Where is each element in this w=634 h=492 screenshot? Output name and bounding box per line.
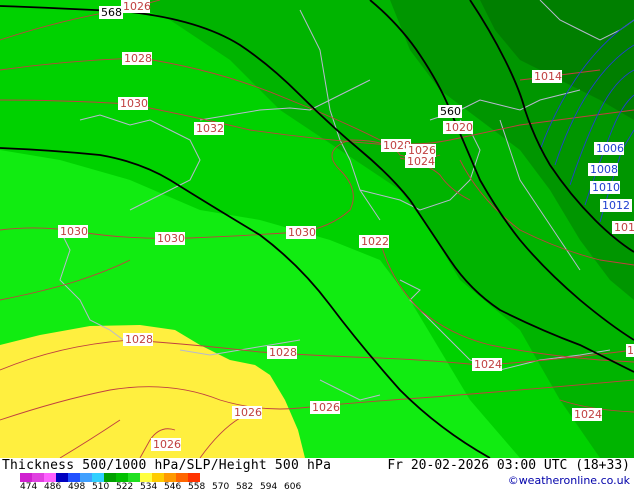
- isobar-label: 1026: [232, 406, 262, 419]
- scale-swatch: [80, 473, 92, 482]
- forecast-time: Fr 20-02-2026 03:00 UTC (18+33): [387, 458, 630, 473]
- scale-swatch: [20, 473, 32, 482]
- scale-tick-label: 570: [212, 482, 230, 492]
- copyright-link[interactable]: ©weatheronline.co.uk: [508, 474, 630, 487]
- isobar-label: 1: [626, 344, 634, 357]
- svg-text:1014: 1014: [534, 70, 562, 83]
- svg-text:1022: 1022: [361, 235, 389, 248]
- isobar-label: 1030: [58, 225, 88, 238]
- scale-swatch: [32, 473, 44, 482]
- isobar-label: 1030: [118, 97, 148, 110]
- isobar-label: 1014: [532, 70, 562, 83]
- weather-map: 1026 1028 1030 1032 1030 1030 1030 1028 …: [0, 0, 634, 458]
- svg-text:1012: 1012: [602, 199, 630, 212]
- isobar-label: 1028: [267, 346, 297, 359]
- isobar-label: 1020: [443, 121, 473, 134]
- scale-swatch: [152, 473, 164, 482]
- scale-swatch: [176, 473, 188, 482]
- svg-text:1020: 1020: [445, 121, 473, 134]
- svg-text:1024: 1024: [474, 358, 502, 371]
- isobar-label: 1024: [572, 408, 602, 421]
- scale-swatch: [44, 473, 56, 482]
- scale-tick-label: 558: [188, 482, 206, 492]
- svg-text:1030: 1030: [60, 225, 88, 238]
- isobar-label: 1022: [359, 235, 389, 248]
- height-label: 568: [99, 6, 123, 19]
- scale-tick-label: 546: [164, 482, 182, 492]
- scale-tick-label: 582: [236, 482, 254, 492]
- svg-text:1010: 1010: [592, 181, 620, 194]
- isobar-label: 1032: [194, 122, 224, 135]
- svg-text:1026: 1026: [153, 438, 181, 451]
- isobar-label: 1030: [286, 226, 316, 239]
- scale-tick-label: 498: [68, 482, 86, 492]
- isobar-label: 1024: [472, 358, 502, 371]
- scale-tick-label: 510: [92, 482, 110, 492]
- isobar-label: 1026: [310, 401, 340, 414]
- scale-tick-label: 522: [116, 482, 134, 492]
- scale-swatch: [56, 473, 68, 482]
- svg-text:1032: 1032: [196, 122, 224, 135]
- svg-text:1030: 1030: [120, 97, 148, 110]
- scale-swatch: [116, 473, 128, 482]
- scale-tick-label: 486: [44, 482, 62, 492]
- svg-text:1026: 1026: [312, 401, 340, 414]
- isobar-label: 1026: [121, 0, 151, 13]
- isobar-label: 101: [612, 221, 634, 234]
- scale-swatch: [68, 473, 80, 482]
- color-scale: [20, 473, 200, 482]
- svg-text:560: 560: [440, 105, 461, 118]
- scale-tick-label: 594: [260, 482, 278, 492]
- svg-text:568: 568: [101, 6, 122, 19]
- isobar-label: 1028: [123, 333, 153, 346]
- svg-text:1026: 1026: [123, 0, 151, 13]
- svg-text:1006: 1006: [596, 142, 624, 155]
- map-footer: Thickness 500/1000 hPa/SLP/Height 500 hP…: [0, 458, 634, 492]
- height-label: 560: [438, 105, 462, 118]
- scale-tick-label: 534: [140, 482, 158, 492]
- isobar-label: 1012: [600, 199, 632, 212]
- scale-swatch: [92, 473, 104, 482]
- scale-swatch: [128, 473, 140, 482]
- color-scale-ticks: 474 486 498 510 522 534 546 558 570 582 594 606: [20, 482, 308, 492]
- svg-text:1024: 1024: [574, 408, 602, 421]
- svg-text:1: 1: [627, 344, 634, 357]
- svg-text:101: 101: [614, 221, 634, 234]
- svg-text:1008: 1008: [590, 163, 618, 176]
- scale-tick-label: 474: [20, 482, 38, 492]
- svg-text:1028: 1028: [124, 52, 152, 65]
- svg-text:1030: 1030: [288, 226, 316, 239]
- svg-text:1028: 1028: [269, 346, 297, 359]
- svg-text:1026: 1026: [234, 406, 262, 419]
- isobar-label: 1010: [590, 181, 620, 194]
- scale-swatch: [188, 473, 200, 482]
- svg-text:1024: 1024: [407, 155, 435, 168]
- isobar-label: 1008: [588, 163, 618, 176]
- map-title: Thickness 500/1000 hPa/SLP/Height 500 hP…: [2, 458, 332, 473]
- isobar-label: 1030: [155, 232, 185, 245]
- svg-text:1030: 1030: [157, 232, 185, 245]
- scale-swatch: [104, 473, 116, 482]
- isobar-label: 1006: [594, 142, 624, 155]
- isobar-label: 1028: [122, 52, 152, 65]
- scale-tick-label: 606: [284, 482, 302, 492]
- isobar-label: 1026: [151, 438, 181, 451]
- scale-swatch: [164, 473, 176, 482]
- isobar-label: 1024: [405, 155, 435, 168]
- scale-swatch: [140, 473, 152, 482]
- svg-text:1028: 1028: [125, 333, 153, 346]
